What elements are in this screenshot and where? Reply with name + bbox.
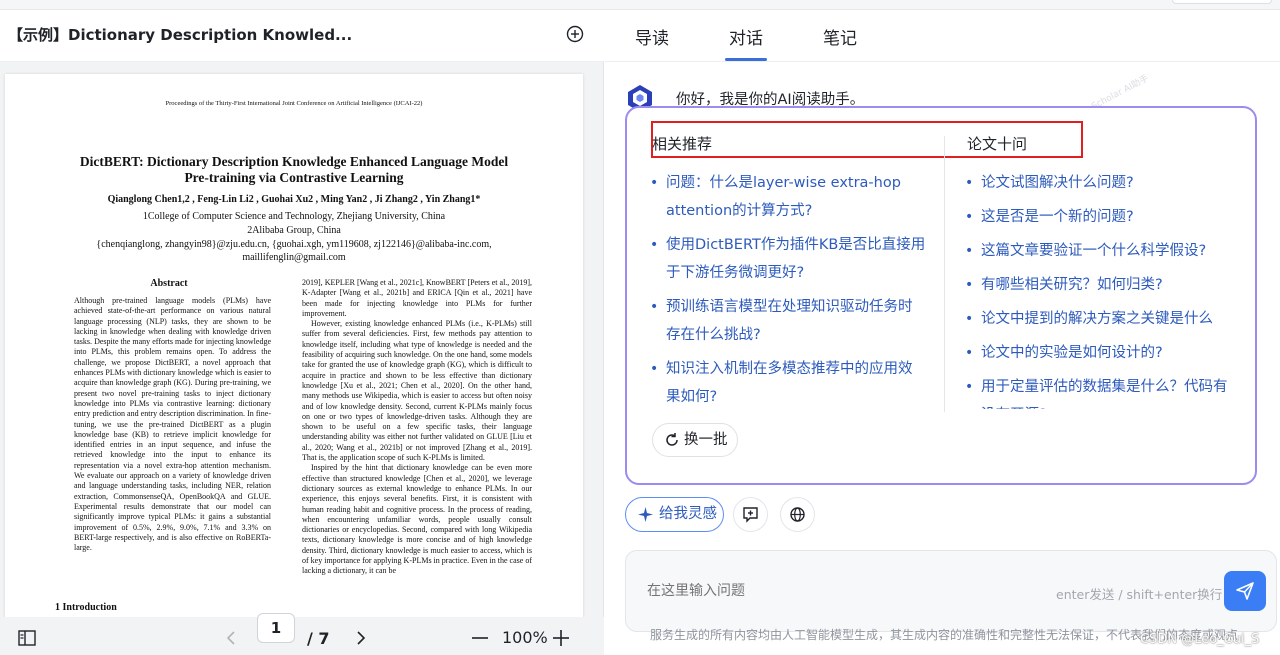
tab-guide[interactable]: 导读 <box>635 24 669 49</box>
top-search-stub[interactable] <box>1172 0 1272 4</box>
send-button[interactable] <box>1224 571 1266 611</box>
abstract-text: Although pre-trained language models (PL… <box>74 296 271 553</box>
refresh-button[interactable]: 换一批 <box>652 423 738 457</box>
bullet-icon: • <box>965 311 974 327</box>
paper-affiliation-2: 2Alibaba Group, China <box>247 225 341 236</box>
bullet-icon: • <box>965 243 974 259</box>
refresh-label: 换一批 <box>684 432 728 448</box>
related-question-line: 问题：什么是layer-wise extra-hop <box>666 175 901 191</box>
ten-question[interactable]: • 这是否是一个新的问题? <box>965 203 1245 231</box>
doc-header: 【示例】Dictionary Description Knowled... <box>0 10 604 62</box>
related-question-line: 存在什么挑战? <box>666 327 761 343</box>
ten-question-text: 论文试图解决什么问题? <box>981 175 1134 191</box>
bullet-icon: • <box>650 237 659 253</box>
ten-questions-list: • 论文试图解决什么问题? • 这是否是一个新的问题? • 这篇文章要验证一个什么科学… <box>965 169 1251 409</box>
zoom-in-icon[interactable] <box>553 630 569 646</box>
bullet-icon: • <box>965 175 974 191</box>
abstract-heading: Abstract <box>150 278 188 289</box>
refresh-icon <box>666 433 678 446</box>
ten-question-text: 论文中的实验是如何设计的? <box>981 345 1163 361</box>
related-question-line: 知识注入机制在多模态推荐中的应用效 <box>666 361 913 377</box>
sidebar-toggle-icon[interactable] <box>18 630 36 646</box>
top-strip <box>0 0 1280 10</box>
active-tab-indicator <box>725 58 767 61</box>
send-icon <box>1236 582 1254 600</box>
related-question[interactable]: • 预训练语言模型在处理知识驱动任务时 存在什么挑战? <box>650 293 930 349</box>
bullet-icon: • <box>965 277 974 293</box>
add-circle-icon[interactable] <box>566 25 584 43</box>
paper-emails-1: {chenqianglong, zhangyin98}@zju.edu.cn, … <box>96 239 492 250</box>
paper-title: DictBERT: Dictionary Description Knowled… <box>5 154 583 186</box>
related-question-line: 于下游任务微调更好? <box>666 265 805 281</box>
related-question[interactable]: • 使用DictBERT作为插件KB是否比直接用 于下游任务微调更好? <box>650 231 930 287</box>
ten-question[interactable]: • 论文试图解决什么问题? <box>965 169 1245 197</box>
ai-assistant-pane: 导读 对话 笔记 你好，我是你的AI阅读助手。 Scholar AI助手 相关推… <box>605 10 1280 655</box>
paper-title-line2: Pre-training via Contrastive Learning <box>184 170 404 185</box>
related-question-line: 果如何? <box>666 389 718 405</box>
ten-question[interactable]: • 用于定量评估的数据集是什么？代码有没有开源? <box>965 373 1245 409</box>
pdf-page: Proceedings of the Thirty-First Internat… <box>5 74 583 619</box>
chat-input-box: enter发送 / shift+enter换行 <box>625 550 1277 632</box>
paper-authors: Qianglong Chen1,2 , Feng-Lin Li2 , Guoha… <box>107 194 481 205</box>
ten-question-text: 论文中提到的解决方案之关键是什么 <box>981 311 1213 327</box>
ten-question[interactable]: • 有哪些相关研究？如何归类? <box>965 271 1245 299</box>
zoom-level: 100% <box>502 628 548 647</box>
bullet-icon: • <box>965 345 974 361</box>
paper-affiliation-1: 1College of Computer Science and Technol… <box>142 211 446 222</box>
paper-title-line1: DictBERT: Dictionary Description Knowled… <box>79 154 509 169</box>
prev-page-icon[interactable] <box>226 631 236 645</box>
tab-chat[interactable]: 对话 <box>729 24 763 49</box>
related-question-line: 预训练语言模型在处理知识驱动任务时 <box>666 299 913 315</box>
sparkle-icon <box>638 507 653 522</box>
web-search-button[interactable] <box>780 497 815 532</box>
bullet-icon: • <box>965 209 974 225</box>
related-question-line: 使用DictBERT作为插件KB是否比直接用 <box>666 237 926 253</box>
bullet-icon: • <box>650 361 659 377</box>
right-paragraph-2: However, existing knowledge enhanced PLM… <box>302 319 532 463</box>
inspire-button[interactable]: 给我灵感 <box>625 497 724 532</box>
ten-question-text: 这是否是一个新的问题? <box>981 209 1134 225</box>
tab-bar: 导读 对话 笔记 <box>605 10 1280 62</box>
chat-input[interactable] <box>647 583 1027 599</box>
page-number-input[interactable]: 1 <box>257 613 295 643</box>
right-column: 2019], KEPLER [Wang et al., 2021c], Know… <box>302 278 532 614</box>
inspire-label: 给我灵感 <box>659 506 717 522</box>
ten-question[interactable]: • 这篇文章要验证一个什么科学假设? <box>965 237 1245 265</box>
related-question-line: attention的计算方式? <box>666 203 813 219</box>
input-hint: enter发送 / shift+enter换行 <box>1056 587 1223 602</box>
zoom-out-icon[interactable] <box>472 637 488 639</box>
total-pages: / 7 <box>307 629 330 648</box>
ten-question-text: 有哪些相关研究？如何归类? <box>981 277 1163 293</box>
ten-question-text: 这篇文章要验证一个什么科学假设? <box>981 243 1207 259</box>
right-paragraph-3: Inspired by the hint that dictionary kno… <box>302 463 532 576</box>
ten-question-text: 没有开源? <box>965 401 1245 409</box>
add-note-button[interactable] <box>733 497 768 532</box>
ten-question-text: 用于定量评估的数据集是什么？代码有 <box>981 379 1228 395</box>
doc-title: 【示例】Dictionary Description Knowled... <box>8 26 353 44</box>
next-page-icon[interactable] <box>356 631 366 645</box>
doc-footer: 100% <box>0 617 604 655</box>
csdn-watermark: CSDN @Leo_Cui_S <box>1140 632 1260 647</box>
related-question[interactable]: • 问题：什么是layer-wise extra-hop attention的计… <box>650 169 930 225</box>
related-question[interactable]: • 知识注入机制在多模态推荐中的应用效 果如何? <box>650 355 930 411</box>
right-paragraph-1: 2019], KEPLER [Wang et al., 2021c], Know… <box>302 278 532 318</box>
tab-notes[interactable]: 笔记 <box>823 24 857 49</box>
card-divider <box>944 136 945 412</box>
ten-question[interactable]: • 论文中的实验是如何设计的? <box>965 339 1245 367</box>
bullet-icon: • <box>965 379 974 395</box>
bullet-icon: • <box>650 175 659 191</box>
ten-questions-heading: 论文十问 <box>967 135 1028 153</box>
related-heading: 相关推荐 <box>652 135 713 153</box>
intro-heading: 1 Introduction <box>55 602 117 613</box>
bullet-icon: • <box>650 299 659 315</box>
add-comment-icon <box>743 507 758 523</box>
suggestion-card: 相关推荐 论文十问 • 问题：什么是layer-wise extra-hop a… <box>625 106 1257 485</box>
globe-icon <box>790 507 805 522</box>
ten-question[interactable]: • 论文中提到的解决方案之关键是什么 <box>965 305 1245 333</box>
paper-emails-2: maillifenglin@gmail.com <box>242 252 346 263</box>
paper-proceedings: Proceedings of the Thirty-First Internat… <box>165 100 423 107</box>
pdf-viewer-pane: 【示例】Dictionary Description Knowled... Pr… <box>0 10 604 655</box>
